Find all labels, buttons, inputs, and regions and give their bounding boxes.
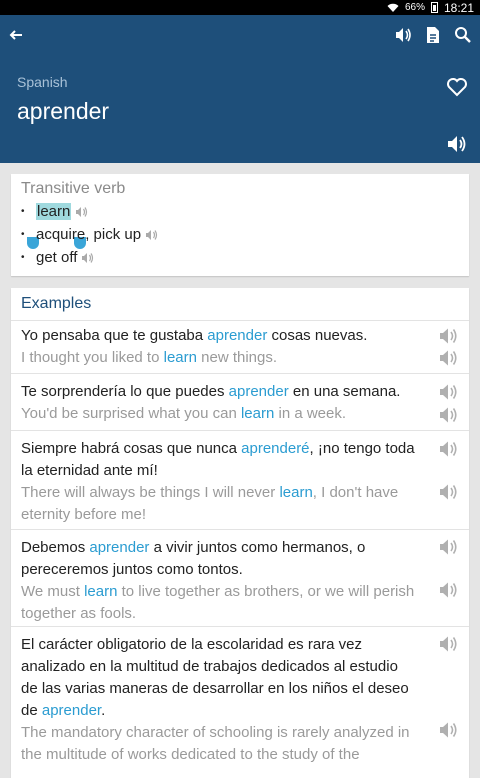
example-english[interactable]: You'd be surprised what you can learn in… xyxy=(11,403,469,425)
example-item: Debemos aprender a vivir juntos como her… xyxy=(11,529,469,625)
text: Siempre habrá cosas que nunca xyxy=(21,440,242,457)
speaker-icon[interactable] xyxy=(75,205,89,219)
speaker-icon[interactable] xyxy=(446,133,468,155)
examples-title: Examples xyxy=(21,295,92,312)
example-item: Yo pensaba que te gustaba aprender cosas… xyxy=(11,325,469,369)
highlight: aprenderé xyxy=(241,440,310,457)
example-spanish[interactable]: Yo pensaba que te gustaba aprender cosas… xyxy=(11,325,469,347)
speaker-icon[interactable] xyxy=(439,580,459,600)
highlight: learn xyxy=(240,405,275,422)
speaker-icon[interactable] xyxy=(145,228,159,242)
part-of-speech: Transitive verb xyxy=(21,180,126,197)
highlight: learn xyxy=(163,349,197,366)
highlight: learn xyxy=(84,583,118,600)
example-item: El carácter obligatorio de la escolarida… xyxy=(11,626,469,766)
divider xyxy=(11,373,469,374)
text: in a week. xyxy=(274,405,347,422)
example-spanish[interactable]: Siempre habrá cosas que nunca aprenderé,… xyxy=(11,438,469,482)
example-spanish[interactable]: El carácter obligatorio de la escolarida… xyxy=(11,634,469,722)
status-bar: 66% 18:21 xyxy=(0,0,480,15)
translation-item[interactable]: • get off xyxy=(21,249,95,266)
translation-text[interactable]: get off xyxy=(36,249,77,266)
speaker-icon[interactable] xyxy=(81,251,95,265)
translation-text[interactable]: learn xyxy=(36,203,72,220)
wifi-icon xyxy=(387,3,399,12)
text: en una semana. xyxy=(288,383,401,400)
text: I thought you liked to xyxy=(21,349,164,366)
translation-text[interactable]: acquire, pick up xyxy=(36,226,141,243)
highlight: aprender xyxy=(207,327,268,344)
text: We must xyxy=(21,583,85,600)
bullet: • xyxy=(21,252,25,263)
speaker-icon[interactable] xyxy=(392,24,414,46)
app-bar: Spanish aprender xyxy=(0,15,480,163)
example-item: Te sorprendería lo que puedes aprender e… xyxy=(11,373,469,425)
battery-icon xyxy=(430,2,438,13)
text: There will always be things I will never xyxy=(21,484,280,501)
text: . xyxy=(101,702,106,719)
text: Te sorprendería lo que puedes xyxy=(21,383,229,400)
back-arrow-icon[interactable] xyxy=(8,27,24,43)
highlight: learn xyxy=(279,484,313,501)
example-spanish[interactable]: Te sorprendería lo que puedes aprender e… xyxy=(11,381,469,403)
translation-item[interactable]: • learn xyxy=(21,203,89,220)
speaker-icon[interactable] xyxy=(439,382,459,402)
highlight: aprender xyxy=(41,702,102,719)
example-spanish[interactable]: Debemos aprender a vivir juntos como her… xyxy=(11,537,469,581)
speaker-icon[interactable] xyxy=(439,720,459,740)
headword: aprender xyxy=(17,98,110,124)
battery-percent: 66% xyxy=(404,2,425,13)
example-english[interactable]: The mandatory character of schooling is … xyxy=(11,722,469,766)
text: cosas nuevas. xyxy=(267,327,368,344)
bullet: • xyxy=(21,229,25,240)
divider xyxy=(11,626,469,627)
speaker-icon[interactable] xyxy=(439,482,459,502)
highlight: aprender xyxy=(89,539,150,556)
clock: 18:21 xyxy=(443,0,474,15)
source-language: Spanish xyxy=(17,74,68,90)
speaker-icon[interactable] xyxy=(439,405,459,425)
divider xyxy=(11,320,469,321)
examples-card: Examples Yo pensaba que te gustaba apren… xyxy=(11,288,469,778)
heart-icon[interactable] xyxy=(446,76,468,98)
divider xyxy=(11,430,469,431)
text: new things. xyxy=(196,349,278,366)
example-english[interactable]: There will always be things I will never… xyxy=(11,482,469,526)
definition-card: Transitive verb • learn • acquire, pick … xyxy=(11,174,469,276)
document-icon[interactable] xyxy=(422,24,444,46)
speaker-icon[interactable] xyxy=(439,537,459,557)
text: You'd be surprised what you can xyxy=(21,405,241,422)
text: Debemos xyxy=(21,539,90,556)
translation-item[interactable]: • acquire, pick up xyxy=(21,226,159,243)
text: Yo pensaba que te gustaba xyxy=(21,327,208,344)
highlight: aprender xyxy=(228,383,289,400)
bullet: • xyxy=(21,206,25,217)
speaker-icon[interactable] xyxy=(439,634,459,654)
speaker-icon[interactable] xyxy=(439,326,459,346)
example-item: Siempre habrá cosas que nunca aprenderé,… xyxy=(11,430,469,526)
divider xyxy=(11,529,469,530)
speaker-icon[interactable] xyxy=(439,439,459,459)
text: The mandatory character of schooling is … xyxy=(21,724,410,763)
example-english[interactable]: I thought you liked to learn new things. xyxy=(11,347,469,369)
example-english[interactable]: We must learn to live together as brothe… xyxy=(11,581,469,625)
search-icon[interactable] xyxy=(452,24,474,46)
speaker-icon[interactable] xyxy=(439,348,459,368)
